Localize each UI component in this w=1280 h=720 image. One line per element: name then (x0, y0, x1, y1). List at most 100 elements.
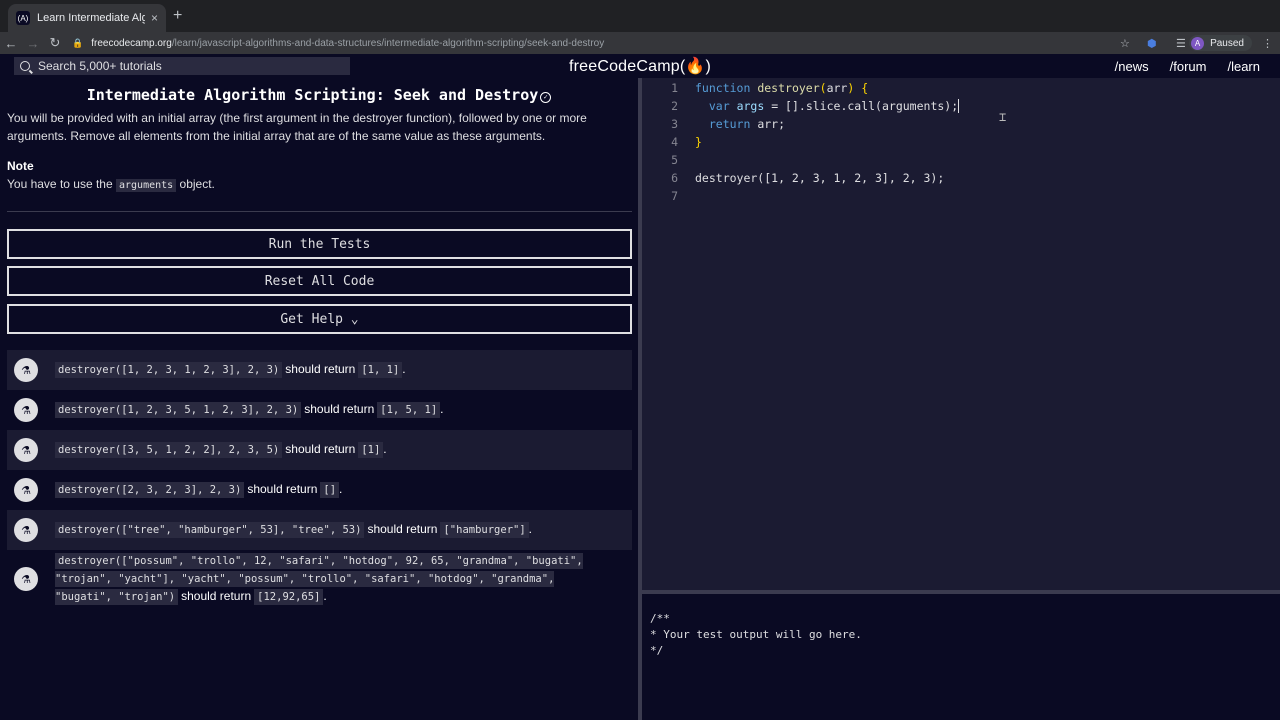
tab-title: Learn Intermediate Algorithm S (37, 12, 145, 24)
code-variable: args (736, 99, 765, 113)
flask-icon: ⚗ (14, 478, 38, 502)
test-result: [] (320, 482, 340, 498)
new-tab-button[interactable]: + (173, 7, 182, 25)
note-code: arguments (116, 179, 177, 192)
completion-check-icon: ✓ (540, 92, 552, 103)
flask-icon: ⚗ (14, 358, 38, 382)
code-keyword: return (708, 117, 751, 131)
test-call: destroyer([3, 5, 1, 2, 2], 2, 3, 5) (55, 442, 283, 458)
address-bar[interactable]: 🔒 freecodecamp.org/learn/javascript-algo… (72, 32, 604, 54)
flask-icon: ⚗ (14, 438, 38, 462)
test-result: [12,92,65] (254, 589, 324, 605)
kebab-menu-icon[interactable]: ⋮ (1262, 32, 1273, 54)
nav-link-learn[interactable]: /learn (1227, 59, 1260, 74)
get-help-button[interactable]: Get Help ⌄ (7, 304, 632, 334)
line-number: 5 (671, 153, 678, 167)
fcc-favicon-icon: (A) (16, 11, 30, 25)
media-queue-icon[interactable]: ☰ (1176, 32, 1186, 54)
test-word: should return (247, 482, 318, 496)
url-path: /learn/javascript-algorithms-and-data-st… (171, 37, 605, 49)
code-line-6: destroyer([1, 2, 3, 1, 2, 3], 2, 3); (695, 171, 945, 185)
ibeam-cursor-icon: ⌶ (999, 110, 1007, 124)
flask-icon: ⚗ (14, 567, 38, 591)
browser-tab[interactable]: (A) Learn Intermediate Algorithm S × (8, 4, 166, 32)
reload-icon[interactable]: ↻ (44, 35, 66, 51)
code-text: arr; (750, 117, 786, 131)
search-input[interactable]: Search 5,000+ tutorials (14, 57, 350, 75)
nav-link-forum[interactable]: /forum (1170, 59, 1207, 74)
search-placeholder: Search 5,000+ tutorials (38, 59, 162, 73)
line-number: 2 (671, 99, 678, 113)
test-end: . (323, 589, 327, 603)
close-tab-icon[interactable]: × (151, 11, 158, 25)
line-number: 4 (671, 135, 678, 149)
browser-toolbar: ← → ↻ 🔒 freecodecamp.org/learn/javascrip… (0, 32, 1280, 54)
avatar: A (1191, 36, 1205, 50)
nav-links: /news /forum /learn (1094, 54, 1260, 78)
test-call: destroyer([1, 2, 3, 1, 2, 3], 2, 3) (55, 362, 283, 378)
test-call: destroyer(["tree", "hamburger", 53], "tr… (55, 522, 365, 538)
code-line-3: return arr; (695, 117, 785, 131)
test-word: should return (367, 522, 438, 536)
challenge-title-text: Intermediate Algorithm Scripting: Seek a… (86, 86, 539, 104)
challenge-title: Intermediate Algorithm Scripting: Seek a… (0, 86, 638, 104)
back-arrow-icon[interactable]: ← (0, 36, 22, 51)
divider (7, 211, 632, 212)
line-number: 1 (671, 81, 678, 95)
test-end: . (339, 482, 343, 496)
line-number: 7 (671, 189, 678, 203)
test-end: . (383, 442, 387, 456)
test-result: [1] (358, 442, 384, 458)
test-word: should return (285, 362, 356, 376)
flask-icon: ⚗ (14, 398, 38, 422)
note-text: You have to use the arguments object. (7, 177, 215, 192)
test-result: ["hamburger"] (440, 522, 529, 538)
test-end: . (440, 402, 444, 416)
browser-tab-bar: (A) Learn Intermediate Algorithm S × + (0, 0, 1280, 32)
line-number: 3 (671, 117, 678, 131)
code-function-name: destroyer (757, 81, 820, 95)
fcc-navbar: Search 5,000+ tutorials freeCodeCamp(🔥) … (0, 54, 1280, 78)
test-call: destroyer([1, 2, 3, 5, 1, 2, 3], 2, 3) (55, 402, 302, 418)
test-result: [1, 1] (358, 362, 403, 378)
test-word: should return (304, 402, 375, 416)
flask-icon: ⚗ (14, 518, 38, 542)
test-item: ⚗ destroyer([1, 2, 3, 1, 2, 3], 2, 3) sho… (7, 350, 632, 390)
code-line-4: } (695, 135, 702, 149)
profile-chip[interactable]: A Paused (1189, 35, 1252, 51)
extension-shield-icon[interactable]: ⬢ (1147, 32, 1157, 54)
test-end: . (528, 522, 533, 536)
test-item: ⚗ destroyer([2, 3, 2, 3], 2, 3) should re… (7, 470, 632, 510)
text-cursor (958, 99, 960, 113)
bookmark-star-icon[interactable]: ☆ (1120, 32, 1130, 54)
instructions-panel: Intermediate Algorithm Scripting: Seek a… (0, 78, 638, 720)
url-host: freecodecamp.org (91, 37, 172, 49)
note-post: object. (179, 177, 215, 191)
lock-icon: 🔒 (72, 37, 84, 48)
profile-status: Paused (1210, 37, 1244, 49)
test-item: ⚗ destroyer(["tree", "hamburger", 53], "… (7, 510, 632, 550)
challenge-description: You will be provided with an initial arr… (7, 111, 587, 143)
code-param: arr (826, 81, 848, 95)
nav-link-news[interactable]: /news (1115, 59, 1149, 74)
reset-code-button[interactable]: Reset All Code (7, 266, 632, 296)
code-editor[interactable]: 1 2 3 4 5 6 7 function destroyer(arr) { … (642, 78, 1280, 590)
code-text: = [].slice.call(arguments); (764, 99, 959, 113)
note-pre: You have to use the (7, 177, 113, 191)
search-icon (20, 61, 30, 71)
code-line-1: function destroyer(arr) { (695, 81, 869, 95)
test-call: destroyer([2, 3, 2, 3], 2, 3) (55, 482, 245, 498)
note-heading: Note (7, 159, 34, 173)
test-end: . (402, 362, 406, 376)
fcc-logo[interactable]: freeCodeCamp(🔥) (540, 54, 740, 78)
test-list: ⚗ destroyer([1, 2, 3, 1, 2, 3], 2, 3) sho… (7, 350, 632, 608)
code-keyword: var (708, 99, 730, 113)
test-item: ⚗ destroyer(["possum", "trollo", 12, "sa… (7, 550, 632, 608)
run-tests-button[interactable]: Run the Tests (7, 229, 632, 259)
test-item: ⚗ destroyer([1, 2, 3, 5, 1, 2, 3], 2, 3)… (7, 390, 632, 430)
forward-arrow-icon[interactable]: → (22, 36, 44, 51)
test-item: ⚗ destroyer([3, 5, 1, 2, 2], 2, 3, 5) sho… (7, 430, 632, 470)
test-result: [1, 5, 1] (377, 402, 441, 418)
code-keyword: function (695, 81, 751, 95)
code-line-2: var args = [].slice.call(arguments); (695, 99, 960, 113)
